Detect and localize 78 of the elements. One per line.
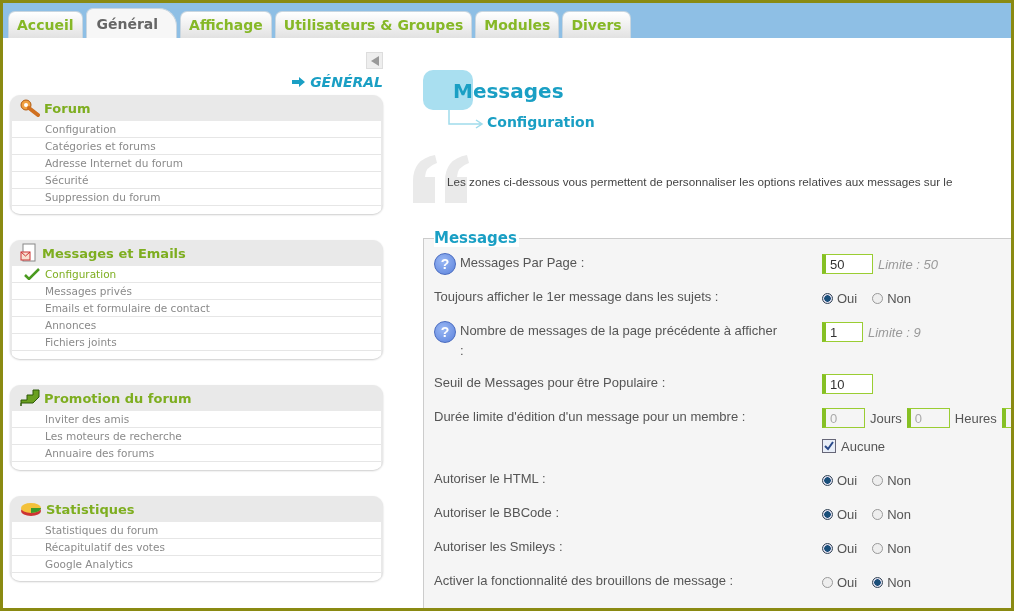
help-button[interactable]: ? — [434, 321, 456, 343]
option-label: Non — [887, 540, 912, 556]
nav-tab[interactable]: Affichage — [180, 11, 272, 38]
intro-text: Les zones ci-dessous vous permettent de personnaliser les options relatives aux messages sur le — [447, 175, 953, 188]
number-field[interactable]: 1 — [822, 322, 863, 342]
nav-tab[interactable]: Général — [85, 8, 178, 38]
setting-label: Durée limite d'édition d'un message pour un membre : — [434, 408, 746, 426]
limit-note: Limite : 9 — [868, 324, 921, 340]
sidebar-link[interactable]: Annuaire des forums — [45, 447, 155, 459]
sidebar-link[interactable]: Récapitulatif des votes — [45, 541, 165, 553]
sidebar-link[interactable]: Fichiers joints — [45, 336, 117, 348]
sidebar-link[interactable]: Sécurité — [45, 174, 89, 186]
nav-tab[interactable]: Divers — [562, 11, 631, 38]
option-label: Oui — [837, 506, 858, 522]
unit-label: Heures — [954, 410, 997, 426]
steps-icon — [20, 389, 40, 407]
sidebar-link[interactable]: Messages privés — [45, 285, 132, 297]
limit-note: Limite : 50 — [878, 256, 938, 272]
unit-label: Jours — [870, 410, 902, 426]
option-label: Oui — [837, 540, 858, 556]
radio-button[interactable] — [872, 292, 884, 304]
sidebar-link[interactable]: Google Analytics — [45, 558, 134, 570]
number-field[interactable]: 50 — [822, 254, 873, 274]
nav-tab[interactable]: Utilisateurs & Groupes — [274, 11, 473, 38]
checkbox[interactable] — [822, 439, 836, 453]
collapse-button[interactable] — [366, 52, 383, 69]
setting-label: Nombre de messages de la page précédente à afficher : — [460, 322, 778, 360]
pie-chart-icon — [20, 501, 42, 517]
panel-legend: Messages — [434, 229, 519, 247]
radio-button[interactable] — [872, 474, 884, 486]
radio-button[interactable] — [822, 508, 833, 520]
option-label: Oui — [837, 574, 858, 590]
option-label: Non — [887, 472, 912, 488]
nav-tab[interactable]: Accueil — [8, 11, 83, 38]
section-title: Promotion du forum — [44, 390, 192, 406]
sidebar-link[interactable]: Catégories et forums — [45, 140, 156, 152]
sidebar-link[interactable]: Les moteurs de recherche — [45, 430, 182, 442]
sidebar-link[interactable]: Adresse Internet du forum — [45, 157, 183, 169]
setting-label: Autoriser le HTML : — [434, 470, 546, 488]
setting-label: Seuil de Messages pour être Populaire : — [434, 374, 666, 392]
sidebar-link[interactable]: Annonces — [45, 319, 97, 331]
number-field[interactable]: 10 — [822, 374, 873, 394]
setting-label: Messages Par Page : — [460, 254, 585, 272]
section-title: Statistiques — [46, 501, 135, 517]
sidebar-link[interactable]: Configuration — [45, 268, 117, 280]
setting-label: Autoriser les Smileys : — [434, 538, 563, 556]
radio-button[interactable] — [822, 542, 833, 554]
page-title: Messages — [453, 79, 564, 103]
page-subtitle: Configuration — [487, 114, 595, 130]
option-label: Non — [887, 574, 912, 590]
radio-button[interactable] — [872, 508, 884, 520]
radio-button[interactable] — [822, 576, 833, 588]
help-button[interactable]: ? — [434, 253, 456, 275]
section-title: Messages et Emails — [42, 245, 186, 261]
radio-button[interactable] — [872, 576, 884, 588]
setting-label: Activer la fonctionnalité des brouillons de message : — [434, 572, 734, 590]
sidebar-link[interactable]: Inviter des amis — [45, 413, 130, 425]
caret-icon — [370, 55, 379, 66]
setting-label: Autoriser le BBCode : — [434, 504, 559, 522]
section-title: Forum — [44, 100, 91, 116]
nav-tab[interactable]: Modules — [475, 11, 560, 38]
option-label: Oui — [837, 290, 858, 306]
arrow-icon — [292, 77, 306, 87]
sidebar-heading: GÉNÉRAL — [310, 74, 383, 90]
sidebar-link[interactable]: Suppression du forum — [45, 191, 161, 203]
sidebar-link[interactable]: Configuration — [45, 123, 117, 135]
option-label: Non — [887, 290, 912, 306]
setting-label: Toujours afficher le 1er message dans les sujets : — [434, 288, 719, 306]
radio-button[interactable] — [872, 542, 884, 554]
option-label: Non — [887, 506, 912, 522]
document-icon — [20, 243, 38, 263]
option-label: Oui — [837, 472, 858, 488]
radio-button[interactable] — [822, 474, 833, 486]
radio-button[interactable] — [822, 292, 833, 304]
sidebar-link[interactable]: Statistiques du forum — [45, 524, 159, 536]
checkbox-label: Aucune — [841, 438, 886, 454]
wrench-icon — [20, 99, 40, 117]
sidebar-link[interactable]: Emails et formulaire de contact — [45, 302, 210, 314]
